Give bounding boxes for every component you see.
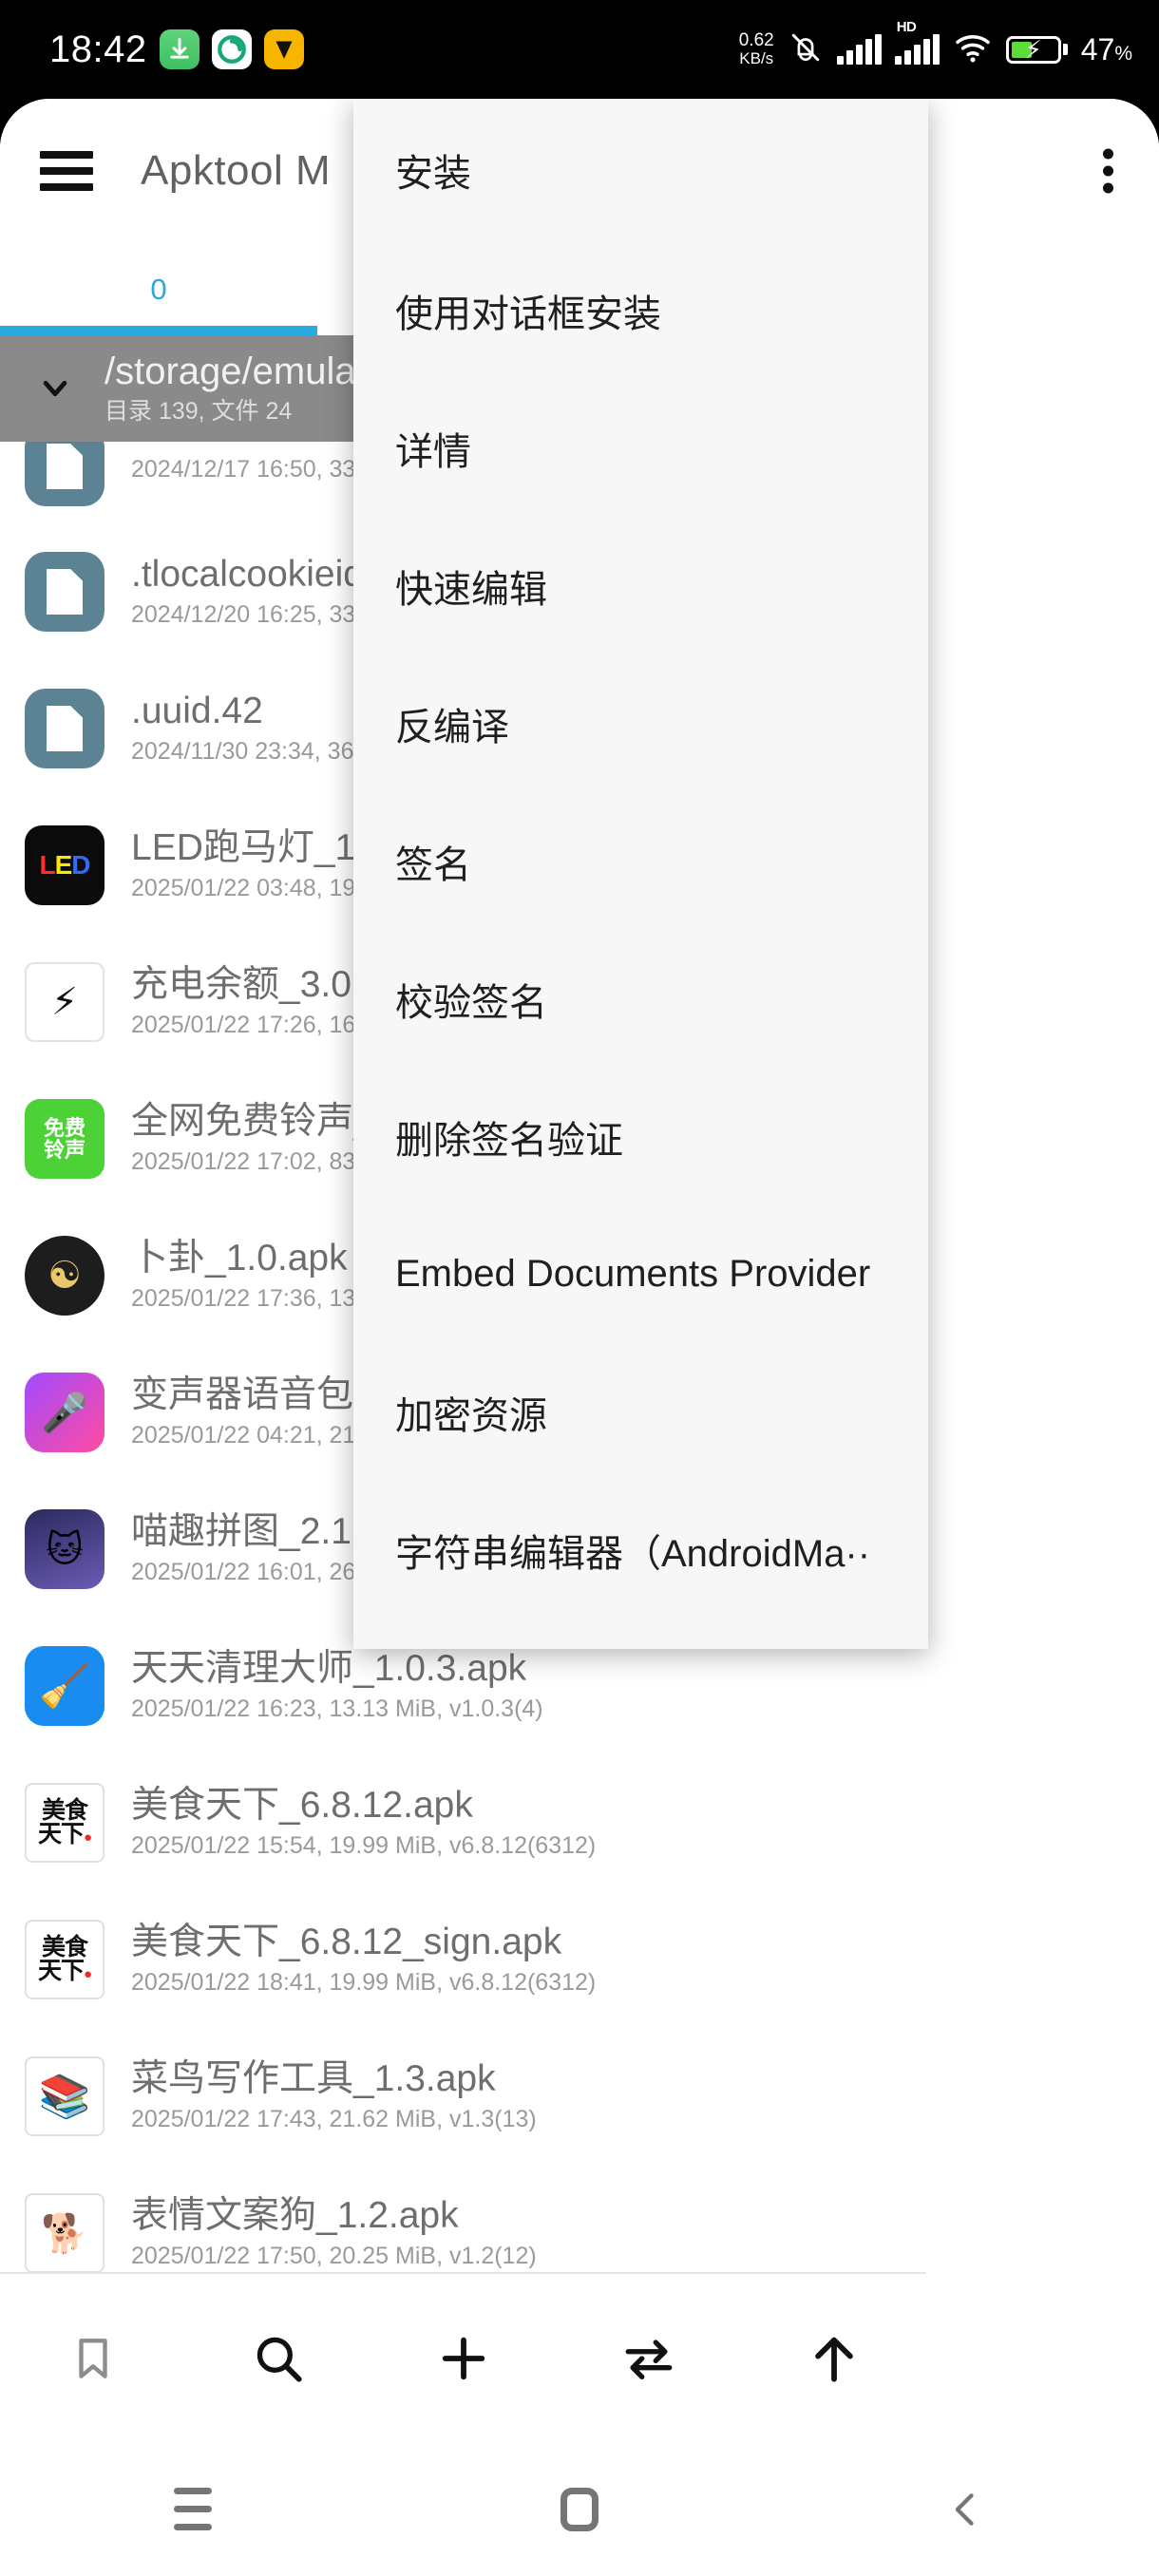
- battery-charging-icon: ⚡: [1005, 35, 1068, 64]
- puzzle-app-icon: 🐱: [25, 1509, 104, 1589]
- add-icon[interactable]: [418, 2313, 509, 2404]
- charge-balance-app-icon: [25, 962, 104, 1042]
- list-item[interactable]: 📚 菜鸟写作工具_1.3.apk 2025/01/22 17:43, 21.62…: [0, 2028, 926, 2165]
- bookmark-icon[interactable]: [48, 2313, 139, 2404]
- menu-item-quick-edit[interactable]: 快速编辑: [353, 517, 928, 654]
- file-name: 喵趣拼图_2.1.0: [131, 1510, 383, 1552]
- document-file-icon: [25, 552, 104, 632]
- app-icon: [263, 29, 304, 69]
- status-clock: 18:42: [49, 28, 147, 70]
- file-name: 美食天下_6.8.12.apk: [131, 1784, 473, 1826]
- menu-item-install[interactable]: 安装: [353, 99, 928, 241]
- file-name: .tlocalcookieid: [131, 553, 364, 595]
- menu-item-embed-documents-provider[interactable]: Embed Documents Provider: [353, 1205, 928, 1343]
- file-name: 菜鸟写作工具_1.3.apk: [131, 2057, 496, 2099]
- menu-item-remove-sign-verify[interactable]: 删除签名验证: [353, 1068, 928, 1205]
- file-meta: 2025/01/22 17:36, 13: [131, 1285, 356, 1313]
- menu-item-sign[interactable]: 签名: [353, 792, 928, 930]
- signal-bars-hd-icon: HD: [894, 19, 940, 65]
- status-bar-right: 0.62 KB/s HD ⚡ 47%: [739, 19, 1159, 68]
- file-meta: 2024/12/20 16:25, 33: [131, 601, 356, 629]
- status-bar: 18:42 0.62 KB/s HD ⚡ 47%: [0, 0, 1159, 99]
- hd-label: HD: [896, 19, 917, 35]
- writing-tool-app-icon: 📚: [25, 2056, 104, 2136]
- file-meta: 2025/01/22 16:23, 13.13 MiB, v1.0.3(4): [131, 1695, 543, 1723]
- upload-arrow-icon[interactable]: [788, 2313, 880, 2404]
- battery-percent: 47%: [1081, 32, 1132, 67]
- battery-percent-symbol: %: [1114, 42, 1132, 65]
- page-title: Apktool M: [141, 147, 332, 194]
- network-speed-unit: KB/s: [739, 49, 774, 68]
- overflow-menu[interactable]: 安装 使用对话框安装 详情 快速编辑 反编译 签名 校验签名 删除签名验证 Em…: [353, 99, 928, 1649]
- menu-item-encrypt-resources[interactable]: 加密资源: [353, 1343, 928, 1481]
- wifi-icon: [953, 32, 993, 67]
- file-meta: 2025/01/22 18:41, 19.99 MiB, v6.8.12(631…: [131, 1969, 597, 1997]
- menu-item-install-dialog[interactable]: 使用对话框安装: [353, 241, 928, 379]
- search-icon[interactable]: [233, 2313, 324, 2404]
- list-item[interactable]: 🐕 表情文案狗_1.2.apk 2025/01/22 17:50, 20.25 …: [0, 2165, 926, 2272]
- file-meta: 2025/01/22 17:02, 83: [131, 1148, 356, 1176]
- hamburger-icon[interactable]: [40, 151, 93, 191]
- document-file-icon: [25, 689, 104, 768]
- android-nav-bar: [0, 2442, 1159, 2576]
- cleaner-app-icon: 🧹: [25, 1646, 104, 1726]
- file-meta: 2025/01/22 15:54, 19.99 MiB, v6.8.12(631…: [131, 1832, 597, 1860]
- file-name: 天天清理大师_1.0.3.apk: [131, 1647, 527, 1689]
- file-meta: 2025/01/22 04:21, 21.: [131, 1422, 363, 1449]
- menu-item-details[interactable]: 详情: [353, 379, 928, 517]
- home-icon[interactable]: [527, 2467, 632, 2552]
- camera-icon: [211, 29, 252, 69]
- menu-item-verify-sign[interactable]: 校验签名: [353, 930, 928, 1068]
- battery-percent-value: 47: [1080, 31, 1115, 66]
- chevron-down-icon[interactable]: [27, 372, 84, 405]
- screen: 18:42 0.62 KB/s HD ⚡ 47% Apktool M 0 /st…: [0, 0, 1159, 2576]
- list-item[interactable]: 美食 天下● 美食天下_6.8.12_sign.apk 2025/01/22 18…: [0, 1891, 926, 2028]
- signal-bars-icon: [836, 34, 882, 65]
- tab-0[interactable]: 0: [0, 243, 317, 335]
- download-icon: [159, 29, 200, 69]
- file-name: 变声器语音包大: [131, 1373, 391, 1415]
- menu-item-decompile[interactable]: 反编译: [353, 654, 928, 792]
- file-meta: 2025/01/22 03:48, 19: [131, 875, 356, 902]
- meishi-app-icon: 美食 天下●: [25, 1920, 104, 1999]
- network-speed-value: 0.62: [738, 30, 774, 51]
- bagua-app-icon: ☯: [25, 1236, 104, 1316]
- file-name: 美食天下_6.8.12_sign.apk: [131, 1921, 562, 1962]
- voice-changer-app-icon: 🎤: [25, 1373, 104, 1452]
- tab-0-label: 0: [150, 272, 167, 306]
- tab-indicator: [0, 326, 317, 335]
- file-meta: 2025/01/22 17:43, 21.62 MiB, v1.3(13): [131, 2106, 537, 2133]
- file-meta: 2025/01/22 17:26, 16: [131, 1012, 356, 1039]
- transfer-icon[interactable]: [603, 2313, 694, 2404]
- file-name: .uuid.42: [131, 690, 263, 731]
- recents-icon[interactable]: [141, 2467, 245, 2552]
- file-meta: 2025/01/22 17:50, 20.25 MiB, v1.2(12): [131, 2243, 537, 2270]
- meishi-app-icon: 美食 天下●: [25, 1783, 104, 1863]
- file-name: 充电余额_3.0.2: [131, 963, 383, 1005]
- mute-bell-icon: [788, 31, 824, 68]
- kebab-icon[interactable]: [1103, 148, 1113, 194]
- file-name: 表情文案狗_1.2.apk: [131, 2194, 459, 2236]
- back-icon[interactable]: [914, 2467, 1018, 2552]
- file-meta: 2024/12/17 16:50, 33: [131, 456, 356, 483]
- menu-item-string-editor[interactable]: 字符串编辑器（AndroidMa··: [353, 1481, 928, 1619]
- file-meta: 2025/01/22 16:01, 26.: [131, 1559, 363, 1586]
- file-name: LED跑马灯_1.4: [131, 826, 387, 868]
- led-app-icon: LED: [25, 825, 104, 905]
- emoji-dog-app-icon: 🐕: [25, 2193, 104, 2272]
- status-bar-left: 18:42: [0, 28, 304, 71]
- file-name: 卜卦_1.0.apk: [131, 1237, 348, 1279]
- file-name: 全网免费铃声_: [131, 1100, 374, 1142]
- bottom-toolbar: [0, 2272, 926, 2443]
- file-meta: 2024/11/30 23:34, 36: [131, 738, 354, 766]
- network-speed: 0.62 KB/s: [739, 31, 774, 67]
- list-item[interactable]: 美食 天下● 美食天下_6.8.12.apk 2025/01/22 15:54, …: [0, 1754, 926, 1891]
- document-file-icon: [25, 442, 104, 506]
- ringtone-app-icon: 免费 铃声: [25, 1099, 104, 1179]
